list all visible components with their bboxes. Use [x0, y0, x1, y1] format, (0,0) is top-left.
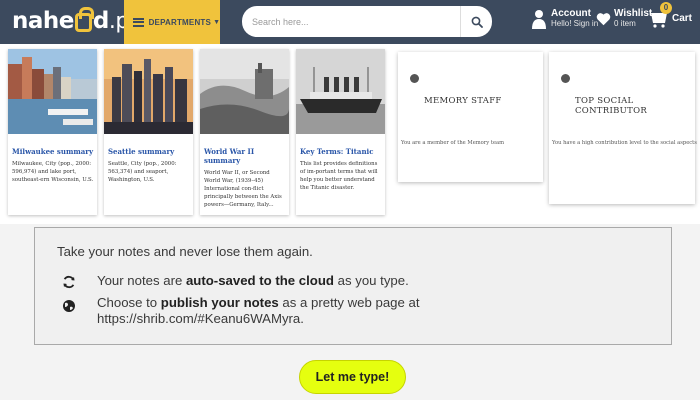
wishlist-count: 0 item — [614, 19, 636, 28]
card-title: Seattle summary — [108, 147, 175, 156]
seattle-thumbnail — [104, 49, 193, 134]
card-desc: Milwaukee, City (pop., 2000: 596,974) an… — [12, 161, 94, 183]
cart-label: Cart — [672, 12, 693, 24]
account-sub: Hello! Sign in — [551, 19, 599, 28]
badge-card[interactable]: MEMORY STAFF You are a member of the Mem… — [398, 52, 543, 182]
globe-icon — [63, 300, 75, 312]
badge-icon — [410, 74, 419, 83]
autosave-pre: Your notes are — [97, 273, 186, 288]
logo-text-2: d — [92, 8, 109, 34]
summary-card[interactable]: Key Terms: Titanic This list provides de… — [296, 49, 385, 215]
caret-down-icon: ▼ — [213, 18, 220, 26]
refresh-icon — [63, 275, 75, 289]
badge-title: TOP SOCIAL CONTRIBUTOR — [575, 96, 648, 116]
cart-count-badge: 0 — [660, 2, 672, 14]
summary-card[interactable]: Seattle summary Seattle, City (pop., 200… — [104, 49, 193, 215]
logo-text-1: nahe — [12, 8, 74, 34]
publish-pre: Choose to — [97, 295, 161, 310]
summary-card[interactable]: World War II summary World War II, or Se… — [200, 49, 289, 215]
notes-intro: Take your notes and never lose them agai… — [57, 244, 313, 259]
card-title: Milwaukee summary — [12, 147, 94, 156]
search-icon — [471, 16, 483, 28]
search-input[interactable] — [252, 16, 452, 27]
card-desc: World War II, or Second World War, (1939… — [204, 170, 282, 208]
titanic-thumbnail — [296, 49, 385, 134]
account-link[interactable]: Account Hello! Sign in — [532, 8, 598, 29]
publish-post: as a pretty web page at — [278, 295, 420, 310]
card-desc: Seattle, City (pop., 2000: 563,374) and … — [108, 161, 177, 183]
publish-text: Choose to publish your notes as a pretty… — [97, 295, 420, 327]
badge-desc: You are a member of the Memory team — [401, 140, 505, 146]
menu-icon — [133, 17, 144, 27]
autosave-text: Your notes are auto-saved to the cloud a… — [97, 273, 409, 289]
lock-icon — [74, 7, 94, 32]
publish-bold: publish your notes — [160, 295, 279, 310]
card-desc: This list provides definitions of im-por… — [300, 161, 378, 191]
wishlist-label: Wishlist — [614, 8, 653, 19]
autosave-bold: auto-saved to the cloud — [185, 273, 334, 288]
card-title: Key Terms: Titanic — [300, 147, 374, 156]
wishlist-link[interactable]: Wishlist 0 item — [596, 8, 652, 29]
departments-button[interactable]: DEPARTMENTS ▼ — [124, 0, 220, 44]
cards-strip: Milwaukee summary Milwaukee, City (pop.,… — [0, 44, 700, 224]
let-me-type-button[interactable]: Let me type! — [299, 360, 406, 394]
badge-card[interactable]: TOP SOCIAL CONTRIBUTOR You have a high c… — [549, 52, 697, 204]
publish-row: Choose to publish your notes as a pretty… — [62, 295, 622, 329]
milwaukee-thumbnail — [8, 49, 97, 134]
heart-icon — [596, 12, 611, 25]
world-war-ii-thumbnail — [200, 49, 289, 134]
publish-url[interactable]: https://shrib.com/#Keanu6WAMyra. — [97, 311, 304, 326]
search-button[interactable] — [460, 6, 492, 37]
cart-link[interactable]: 0 Cart — [650, 2, 693, 28]
top-header: nahe d .pk DEPARTMENTS ▼ Account Hello! … — [0, 0, 700, 44]
departments-label: DEPARTMENTS — [148, 17, 212, 27]
badge-title: MEMORY STAFF — [424, 96, 502, 106]
account-label: Account — [551, 8, 591, 19]
badge-icon — [561, 74, 570, 83]
notes-info-panel: Take your notes and never lose them agai… — [34, 227, 672, 345]
autosave-row: Your notes are auto-saved to the cloud a… — [62, 273, 562, 291]
summary-card[interactable]: Milwaukee summary Milwaukee, City (pop.,… — [8, 49, 97, 215]
card-title: World War II summary — [204, 147, 255, 165]
badge-desc: You have a high contribution level to th… — [552, 140, 697, 146]
autosave-post: as you type. — [333, 273, 409, 288]
nahed-logo[interactable]: nahe d .pk — [12, 6, 142, 36]
user-icon — [532, 9, 546, 29]
search-bar — [242, 6, 492, 37]
